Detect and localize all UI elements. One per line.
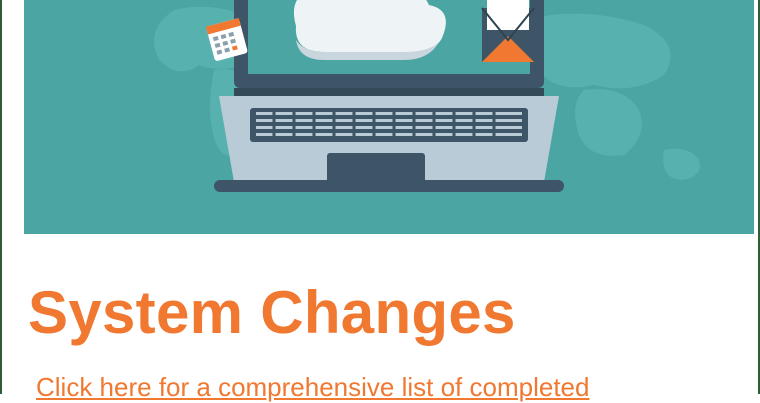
newsletter-card: System Changes Click here for a comprehe… [0, 0, 760, 402]
laptop-illustration [154, 0, 700, 192]
envelope-icon [481, 0, 535, 62]
hero-banner [24, 0, 754, 234]
completed-changes-link[interactable]: Click here for a comprehensive list of c… [36, 372, 589, 403]
cloud-icon [293, 0, 446, 60]
section-title: System Changes [28, 279, 516, 346]
